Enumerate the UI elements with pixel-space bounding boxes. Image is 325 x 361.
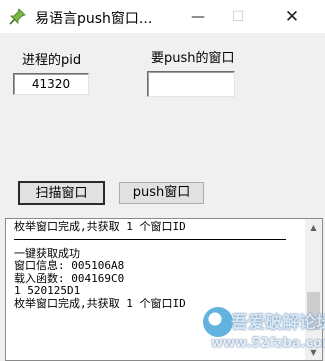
pid-input[interactable]: 41320 <box>13 73 89 95</box>
pid-label: 进程的pid <box>22 53 82 68</box>
scan-windows-button[interactable]: 扫描窗口 <box>18 181 105 205</box>
window-input[interactable] <box>147 71 235 97</box>
minimize-icon: — <box>191 8 205 25</box>
close-icon: ✕ <box>284 6 300 27</box>
client-area: 进程的pid 41320 要push的窗口 扫描窗口 push窗口 枚举窗口完成… <box>0 33 325 361</box>
log-line: 枚举窗口完成,共获取 1 个窗口ID <box>14 296 186 310</box>
title-bar[interactable]: 易语言push窗口... — ☐ ✕ <box>0 0 325 33</box>
log-output[interactable]: 枚举窗口完成,共获取 1 个窗口ID 一键获取成功 窗口信息: 005106A8… <box>5 218 323 361</box>
window-title: 易语言push窗口... <box>35 11 153 27</box>
scroll-down-arrow-icon[interactable]: ▼ <box>305 344 322 360</box>
close-button[interactable]: ✕ <box>272 0 312 33</box>
window-label: 要push的窗口 <box>151 51 235 66</box>
log-line: 窗口信息: 005106A8 <box>14 259 125 272</box>
log-line: 枚举窗口完成,共获取 1 个窗口ID <box>14 220 186 233</box>
minimize-button[interactable]: — <box>178 0 218 33</box>
log-line: 1 520125D1 <box>14 284 81 297</box>
scroll-up-arrow-icon[interactable]: ▲ <box>305 219 322 235</box>
maximize-icon: ☐ <box>231 8 245 25</box>
scroll-thumb[interactable] <box>307 292 320 330</box>
log-scrollbar[interactable]: ▲ ▼ <box>305 219 322 360</box>
maximize-button[interactable]: ☐ <box>218 0 258 33</box>
log-separator <box>14 238 286 240</box>
pin-icon <box>9 8 26 25</box>
push-window-button[interactable]: push窗口 <box>119 182 204 204</box>
